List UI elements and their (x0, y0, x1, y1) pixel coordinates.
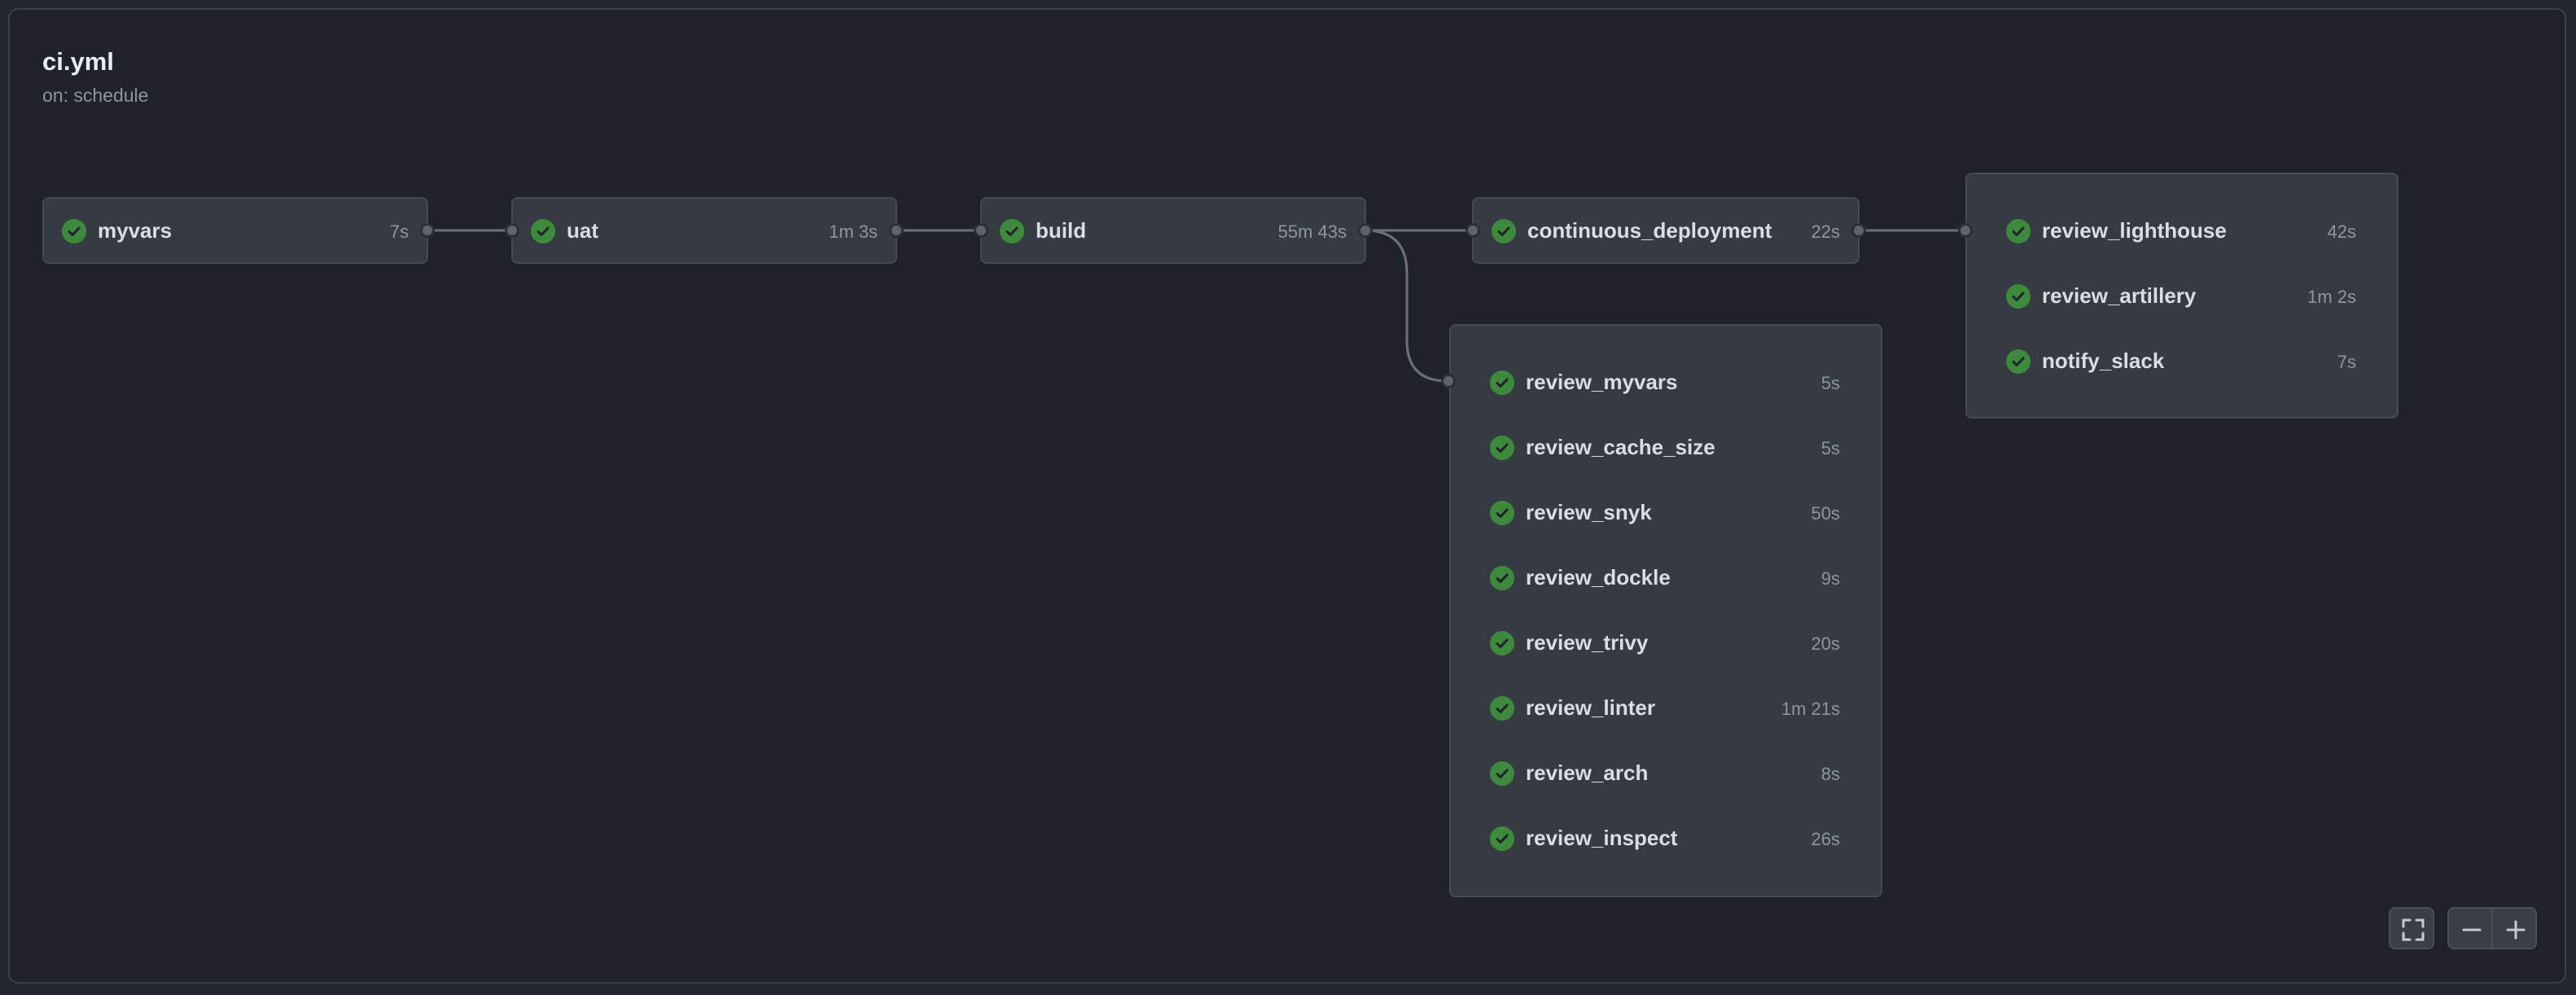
job-duration: 5s (1820, 438, 1840, 458)
success-check-icon (1490, 826, 1514, 851)
job-duration: 5s (1820, 373, 1840, 393)
review-jobs-group: review_myvars 5s review_cache_size 5s re… (1449, 324, 1882, 897)
job-continuous-deployment[interactable]: continuous_deployment 22s (1472, 197, 1860, 264)
job-duration: 55m 43s (1277, 221, 1347, 242)
job-review-trivy[interactable]: review_trivy 20s (1451, 611, 1881, 676)
success-check-icon (1490, 501, 1514, 525)
success-check-icon (62, 219, 86, 243)
success-check-icon (1490, 761, 1514, 786)
job-uat[interactable]: uat 1m 3s (511, 197, 897, 264)
job-name: review_myvars (1526, 370, 1678, 394)
job-name: review_dockle (1526, 565, 1671, 590)
success-check-icon (2006, 284, 2031, 309)
job-review-arch[interactable]: review_arch 8s (1451, 741, 1881, 806)
job-duration: 50s (1811, 503, 1840, 524)
job-name: review_snyk (1526, 500, 1652, 524)
input-port (974, 223, 988, 238)
job-duration: 1m 3s (829, 221, 878, 242)
success-check-icon (1000, 219, 1024, 243)
job-name: review_arch (1526, 760, 1649, 785)
job-build[interactable]: build 55m 43s (980, 197, 1366, 264)
job-name: continuous_deployment (1527, 218, 1772, 243)
workflow-title: ci.yml (42, 47, 114, 76)
job-notify-slack[interactable]: notify_slack 7s (1967, 329, 2397, 394)
job-myvars[interactable]: myvars 7s (42, 197, 428, 264)
job-review-dockle[interactable]: review_dockle 9s (1451, 546, 1881, 611)
zoom-in-button[interactable] (2491, 907, 2537, 949)
job-review-artillery[interactable]: review_artillery 1m 2s (1967, 264, 2397, 329)
job-duration: 7s (389, 221, 409, 242)
job-review-lighthouse[interactable]: review_lighthouse 42s (1967, 199, 2397, 264)
success-check-icon (1490, 436, 1514, 460)
output-port (889, 223, 904, 238)
job-name: myvars (98, 218, 173, 243)
job-review-myvars[interactable]: review_myvars 5s (1451, 350, 1881, 415)
post-deploy-jobs-group: review_lighthouse 42s review_artillery 1… (1965, 173, 2399, 419)
success-check-icon (1490, 566, 1514, 590)
success-check-icon (2006, 219, 2031, 243)
input-port (1441, 374, 1456, 388)
job-review-linter[interactable]: review_linter 1m 21s (1451, 676, 1881, 741)
job-name: review_inspect (1526, 826, 1678, 850)
job-duration: 42s (2327, 221, 2356, 242)
job-name: review_cache_size (1526, 435, 1715, 459)
job-review-cache-size[interactable]: review_cache_size 5s (1451, 415, 1881, 480)
job-duration: 20s (1811, 633, 1840, 654)
job-duration: 1m 2s (2307, 287, 2356, 307)
job-duration: 1m 21s (1781, 699, 1840, 719)
output-port (1358, 223, 1373, 238)
success-check-icon (1492, 219, 1516, 243)
output-port (420, 223, 435, 238)
job-name: review_artillery (2042, 283, 2197, 308)
success-check-icon (1490, 631, 1514, 655)
workflow-graph-panel (8, 8, 2566, 984)
success-check-icon (2006, 349, 2031, 374)
job-duration: 7s (2337, 352, 2356, 372)
job-name: review_linter (1526, 695, 1655, 720)
output-port (1851, 223, 1866, 238)
success-check-icon (1490, 696, 1514, 721)
fullscreen-button[interactable] (2389, 907, 2434, 949)
job-name: uat (567, 218, 598, 243)
job-review-inspect[interactable]: review_inspect 26s (1451, 806, 1881, 871)
job-name: review_trivy (1526, 630, 1649, 655)
job-name: review_lighthouse (2042, 218, 2227, 243)
job-duration: 9s (1820, 568, 1840, 589)
job-name: notify_slack (2042, 348, 2165, 373)
job-duration: 26s (1811, 829, 1840, 849)
job-duration: 8s (1820, 764, 1840, 784)
input-port (505, 223, 519, 238)
input-port (1958, 223, 1973, 238)
job-name: build (1036, 218, 1087, 243)
workflow-trigger: on: schedule (42, 85, 149, 106)
job-duration: 22s (1811, 221, 1840, 242)
success-check-icon (531, 219, 555, 243)
job-review-snyk[interactable]: review_snyk 50s (1451, 480, 1881, 546)
success-check-icon (1490, 370, 1514, 395)
input-port (1465, 223, 1480, 238)
zoom-out-button[interactable] (2447, 907, 2493, 949)
